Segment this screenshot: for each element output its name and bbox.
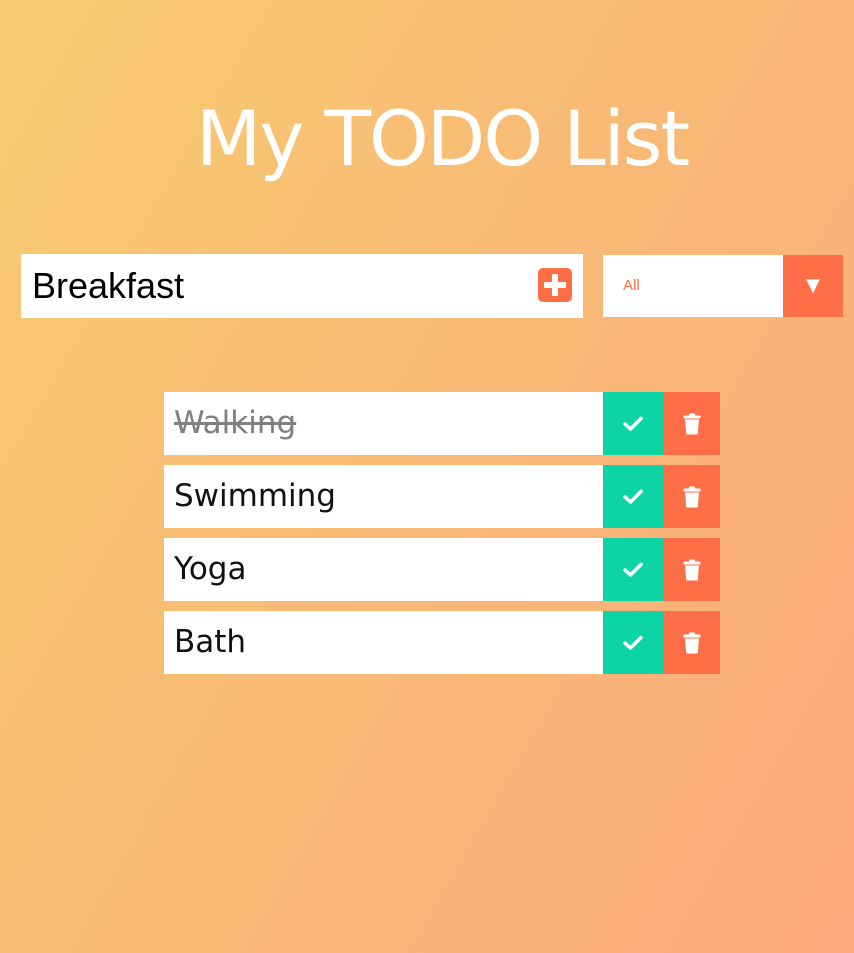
page-title: My TODO List [195,93,690,183]
complete-button[interactable] [603,392,663,455]
todo-item-text: Bath [174,624,247,660]
complete-button[interactable] [603,465,663,528]
filter-selected-value: All [623,277,640,294]
complete-button[interactable] [603,538,663,601]
todo-input[interactable] [21,254,521,318]
todo-item-text: Yoga [174,551,247,587]
check-icon [623,416,643,431]
trash-icon [683,486,700,507]
check-icon [623,635,643,650]
todo-list: Walking Swimming Yoga Bath [164,392,720,684]
todo-item: Bath [164,611,720,674]
todo-item: Walking [164,392,720,455]
check-icon [623,489,643,504]
delete-button[interactable] [663,392,720,455]
todo-form [21,254,583,318]
trash-icon [683,559,700,580]
delete-button[interactable] [663,538,720,601]
trash-icon [683,413,700,434]
add-todo-button[interactable] [538,268,572,302]
delete-button[interactable] [663,611,720,674]
trash-icon [683,632,700,653]
dropdown-arrow-icon[interactable]: ▼ [783,255,843,317]
todo-item-text: Swimming [174,478,336,514]
check-icon [623,562,643,577]
todo-item: Yoga [164,538,720,601]
filter-select[interactable]: All ▼ [603,255,843,317]
todo-item-text: Walking [174,405,297,441]
delete-button[interactable] [663,465,720,528]
complete-button[interactable] [603,611,663,674]
todo-item: Swimming [164,465,720,528]
